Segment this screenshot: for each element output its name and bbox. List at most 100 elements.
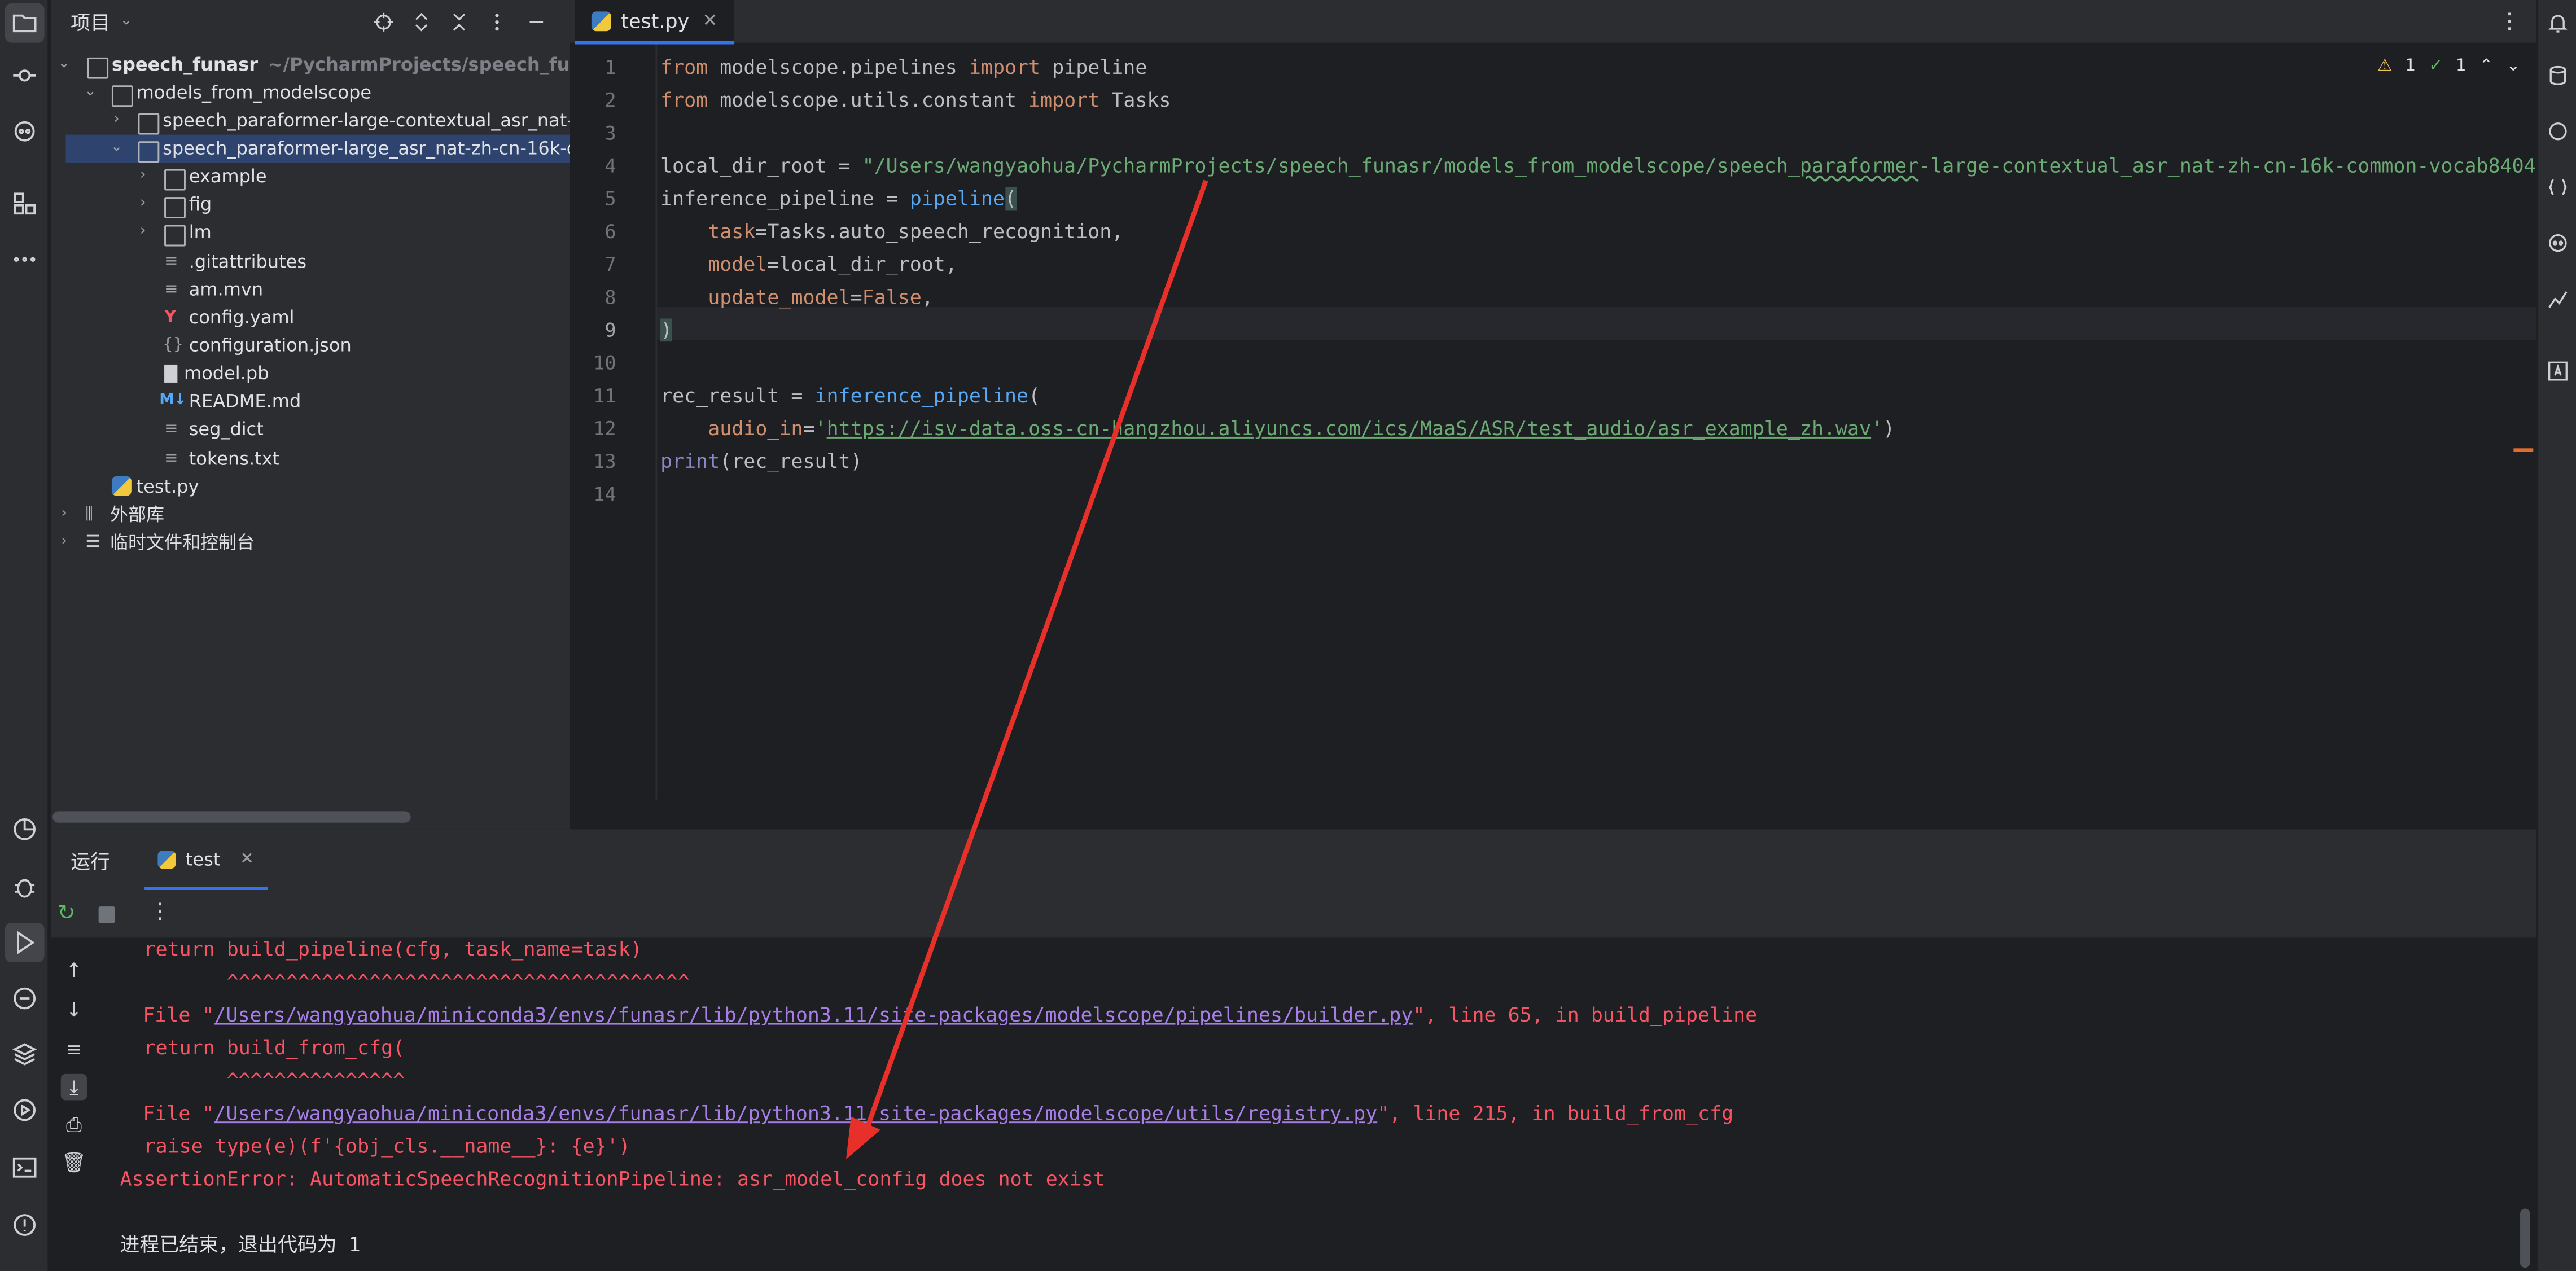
code-line: audio_in='https://isv-data.oss-cn-hangzh… <box>708 417 1895 440</box>
tree-item-test-py[interactable]: test.py <box>51 473 570 501</box>
project-panel-title[interactable]: 项目 <box>71 7 110 35</box>
chevron-right-icon[interactable]: › <box>133 163 153 190</box>
notifications-icon[interactable] <box>2547 10 2573 36</box>
code-line: print(rec_result) <box>660 450 862 473</box>
translate-icon[interactable] <box>2547 358 2573 384</box>
options-icon[interactable] <box>483 8 510 35</box>
expand-all-icon[interactable] <box>408 8 434 35</box>
traceback-link[interactable]: /Users/wangyaohua/miniconda3/envs/funasr… <box>214 1003 1413 1027</box>
soft-wrap-icon[interactable]: ≡ <box>61 1036 87 1063</box>
project-panel: 项目 ⌄ ⌄ speech_funasr ~/PycharmProjects/sp… <box>51 0 615 830</box>
services-run-icon[interactable] <box>5 1090 45 1130</box>
tree-item-contextual-model[interactable]: › speech_paraformer-large-contextual_asr… <box>51 107 570 135</box>
traceback-link[interactable]: /Users/wangyaohua/miniconda3/envs/funasr… <box>214 1102 1377 1125</box>
copilot-icon[interactable] <box>5 112 45 151</box>
terminal-icon[interactable] <box>5 1148 45 1187</box>
line-number: 2 <box>604 89 616 112</box>
chevron-right-icon[interactable]: › <box>54 529 74 556</box>
tree-item-readme[interactable]: M↓ README.md <box>51 388 570 415</box>
tree-item-external-libraries[interactable]: › ⫼ 外部库 <box>51 501 570 528</box>
tab-test-py[interactable]: test.py ✕ <box>575 0 734 45</box>
inspection-widget[interactable]: ⚠ 1 ✓ 1 ⌃ ⌄ <box>2377 58 2520 76</box>
tree-item-config-yaml[interactable]: Y config.yaml <box>51 304 570 331</box>
locate-icon[interactable] <box>370 8 396 35</box>
problems-icon[interactable] <box>5 1206 45 1245</box>
project-folder-icon[interactable] <box>5 3 45 43</box>
text-file-icon: ≡ <box>164 450 178 468</box>
tree-item-models-from-modelscope[interactable]: ⌄ models_from_modelscope <box>51 79 570 107</box>
run-icon[interactable] <box>5 923 45 963</box>
line-number: 12 <box>593 417 616 440</box>
error-stripe-marker[interactable] <box>2513 448 2534 452</box>
line-number: 9 <box>604 318 616 342</box>
debug-icon[interactable] <box>5 867 45 906</box>
scratch-icon: ☰ <box>85 533 100 552</box>
more-options-icon[interactable]: ⋮ <box>150 900 171 924</box>
tree-item-am-mvn[interactable]: ≡ am.mvn <box>51 276 570 304</box>
python-file-icon <box>157 849 176 868</box>
rerun-icon[interactable]: ↻ <box>58 901 76 926</box>
more-icon[interactable] <box>5 240 45 279</box>
close-icon[interactable]: ✕ <box>240 850 253 868</box>
python-packages-icon[interactable] <box>5 1035 45 1074</box>
run-panel: 运行 test ✕ ↻ ⋮ ↑ ↓ ≡ ⤓ ⎙ 🗑 return build_p… <box>51 829 2537 1271</box>
vertical-scrollbar[interactable] <box>2520 1208 2530 1268</box>
line-number: 10 <box>593 351 616 375</box>
code-line: update_model=False, <box>708 286 934 309</box>
python-console-icon[interactable] <box>5 979 45 1018</box>
tree-item-label: tokens.txt <box>189 448 280 470</box>
horizontal-scrollbar[interactable] <box>52 811 411 823</box>
json-icon[interactable] <box>2547 174 2573 200</box>
tab-run-config-test[interactable]: test ✕ <box>144 831 268 891</box>
print-icon[interactable]: ⎙ <box>61 1112 87 1138</box>
tree-item-fig[interactable]: › fig <box>51 191 570 218</box>
hide-icon[interactable] <box>523 8 549 35</box>
collapse-all-icon[interactable] <box>445 8 472 35</box>
warning-count: 1 <box>2405 57 2416 76</box>
close-icon[interactable]: ✕ <box>703 10 718 31</box>
sciview-icon[interactable] <box>2547 286 2573 312</box>
tree-item-label: test.py <box>136 476 199 498</box>
chevron-down-icon[interactable]: ⌄ <box>2507 58 2520 76</box>
tree-item-tokens[interactable]: ≡ tokens.txt <box>51 445 570 473</box>
tree-item-seg-dict[interactable]: ≡ seg_dict <box>51 415 570 443</box>
tree-item-lm[interactable]: › lm <box>51 218 570 247</box>
chevron-right-icon[interactable]: › <box>133 191 153 218</box>
scroll-to-end-icon[interactable]: ⤓ <box>60 1073 87 1101</box>
url-link[interactable]: https://isv-data.oss-cn-hangzhou.aliyunc… <box>827 417 1872 440</box>
more-tabs-icon[interactable]: ⋮ <box>2499 10 2520 34</box>
code-line: ) <box>660 318 673 342</box>
tree-item-label: configuration.json <box>189 335 352 357</box>
services-icon[interactable] <box>5 809 45 849</box>
chevron-right-icon[interactable]: › <box>107 107 126 134</box>
tree-item-example[interactable]: › example <box>51 163 570 191</box>
ai-assistant-icon[interactable] <box>2547 118 2573 144</box>
database-icon[interactable] <box>2547 63 2573 89</box>
trash-icon[interactable]: 🗑 <box>61 1150 87 1176</box>
line-number: 6 <box>604 220 616 243</box>
chevron-right-icon[interactable]: › <box>54 501 74 528</box>
chevron-up-icon[interactable]: ⌃ <box>2479 58 2493 76</box>
folder-icon <box>164 169 186 191</box>
python-file-icon <box>111 476 132 496</box>
arrow-down-icon[interactable]: ↓ <box>61 997 87 1023</box>
chevron-down-icon[interactable]: ⌄ <box>54 51 74 78</box>
code-editor[interactable]: 1 2 3 4 5 6 7 8 9 10 11 12 13 14 from mo… <box>570 44 2548 800</box>
tree-item-label: .gitattributes <box>189 251 307 273</box>
chevron-down-icon[interactable]: ⌄ <box>107 135 126 163</box>
tree-item-root[interactable]: ⌄ speech_funasr ~/PycharmProjects/speech_… <box>51 51 615 79</box>
commit-icon[interactable] <box>5 56 45 95</box>
stop-icon[interactable] <box>98 906 115 923</box>
tree-item-gitattributes[interactable]: ≡ .gitattributes <box>51 248 570 275</box>
tree-item-label: lm <box>189 221 212 243</box>
arrow-up-icon[interactable]: ↑ <box>61 957 87 984</box>
copilot-chat-icon[interactable] <box>2547 230 2573 256</box>
tree-item-model-pb[interactable]: model.pb <box>51 360 570 387</box>
tree-item-configuration-json[interactable]: {} configuration.json <box>51 332 570 360</box>
tree-item-scratches[interactable]: › ☰ 临时文件和控制台 <box>51 529 570 556</box>
chevron-down-icon[interactable]: ⌄ <box>120 13 133 29</box>
chevron-right-icon[interactable]: › <box>133 218 153 246</box>
chevron-down-icon[interactable]: ⌄ <box>81 79 100 107</box>
structure-icon[interactable] <box>5 184 45 223</box>
tree-item-asr-model-selected[interactable]: ⌄ speech_paraformer-large_asr_nat-zh-cn-… <box>65 134 571 163</box>
